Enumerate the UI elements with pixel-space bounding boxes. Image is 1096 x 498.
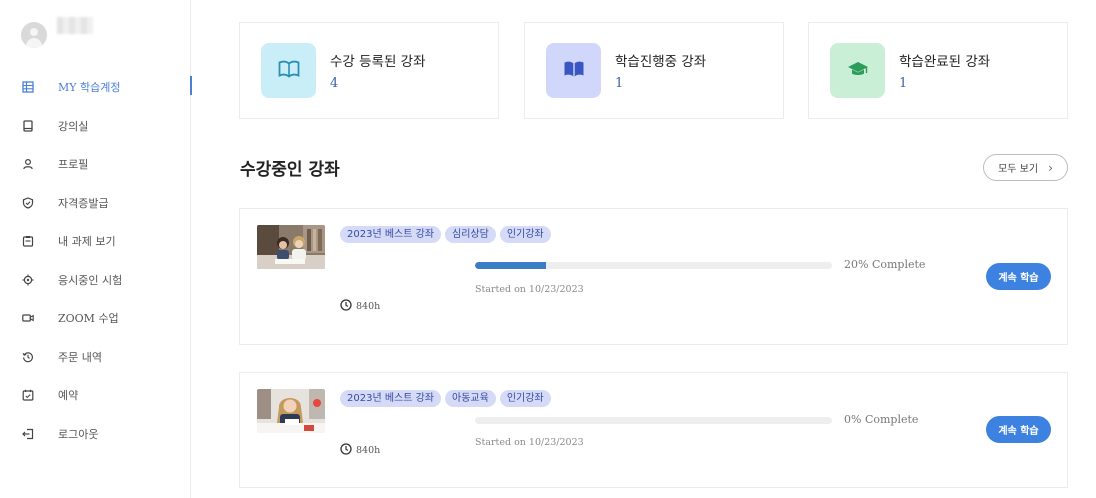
avatar[interactable] — [21, 22, 47, 48]
stat-label: 학습진행중 강좌 — [615, 54, 707, 70]
video-icon — [22, 312, 34, 324]
sidebar-item-classroom[interactable]: 강의실 — [0, 107, 191, 146]
stat-label: 수강 등록된 강좌 — [330, 54, 426, 70]
view-all-label: 모두 보기 — [998, 164, 1039, 175]
continue-learning-button[interactable]: 계속 학습 — [986, 416, 1051, 443]
sidebar-item-certificate[interactable]: 자격증발급 — [0, 184, 191, 223]
course-card[interactable]: 2023년 베스트 강좌 심리상담 인기강좌 20% Complete Star… — [239, 208, 1068, 345]
clipboard-icon — [22, 235, 34, 247]
progress-fill — [475, 262, 547, 269]
course-tag[interactable]: 인기강좌 — [499, 390, 551, 407]
sidebar-item-label: 응시중인 시험 — [58, 273, 123, 287]
sidebar-item-logout[interactable]: 로그아웃 — [0, 415, 191, 454]
open-book-icon — [278, 60, 300, 82]
sidebar-item-label: ZOOM 수업 — [58, 312, 119, 326]
progress-text: 20% Complete — [844, 258, 926, 271]
stat-count: 4 — [330, 76, 339, 91]
stat-label: 학습완료된 강좌 — [899, 54, 991, 70]
course-thumbnail[interactable] — [257, 389, 325, 433]
sidebar-item-label: 프로필 — [58, 158, 89, 172]
sidebar-item-label: 강의실 — [58, 119, 89, 133]
stat-badge — [830, 43, 885, 98]
reading-book-icon — [563, 60, 585, 82]
sidebar-item-label: MY 학습계정 — [58, 81, 121, 95]
started-date: Started on 10/23/2023 — [475, 437, 584, 448]
sidebar: MY 학습계정 강의실 프로필 자격증발급 내 과제 보기 응시중인 시험 ZO… — [0, 0, 192, 498]
history-icon — [22, 351, 34, 363]
course-card[interactable]: 2023년 베스트 강좌 아동교육 인기강좌 0% Complete Start… — [239, 372, 1068, 488]
sidebar-item-assignments[interactable]: 내 과제 보기 — [0, 222, 191, 261]
course-hours: 840h — [340, 299, 380, 314]
sidebar-item-label: 자격증발급 — [58, 196, 109, 210]
logout-icon — [22, 428, 34, 440]
username-blurred — [57, 17, 93, 34]
person-icon — [22, 158, 34, 170]
sidebar-item-my-account[interactable]: MY 학습계정 — [0, 68, 192, 107]
continue-learning-button[interactable]: 계속 학습 — [986, 263, 1051, 290]
course-tag[interactable]: 2023년 베스트 강좌 — [340, 226, 442, 243]
sidebar-item-label: 내 과제 보기 — [58, 235, 116, 249]
sidebar-nav: MY 학습계정 강의실 프로필 자격증발급 내 과제 보기 응시중인 시험 ZO… — [0, 68, 192, 454]
stat-count: 1 — [899, 76, 908, 91]
course-tag[interactable]: 아동교육 — [445, 390, 496, 407]
sidebar-item-profile[interactable]: 프로필 — [0, 145, 191, 184]
section-title: 수강중인 강좌 — [240, 160, 340, 180]
stat-badge — [546, 43, 601, 98]
course-tags: 2023년 베스트 강좌 아동교육 인기강좌 — [340, 390, 551, 407]
stat-card-enrolled: 수강 등록된 강좌 4 — [239, 22, 499, 119]
started-date: Started on 10/23/2023 — [475, 284, 584, 295]
course-tag[interactable]: 심리상담 — [445, 226, 496, 243]
sidebar-item-label: 예약 — [58, 389, 79, 403]
sidebar-item-orders[interactable]: 주문 내역 — [0, 338, 191, 377]
stat-count: 1 — [615, 76, 624, 91]
progress-text: 0% Complete — [844, 413, 919, 426]
course-tag[interactable]: 인기강좌 — [499, 226, 551, 243]
sidebar-item-reservation[interactable]: 예약 — [0, 376, 191, 415]
progress-bar — [475, 262, 832, 269]
course-tags: 2023년 베스트 강좌 심리상담 인기강좌 — [340, 226, 551, 243]
progress-bar — [475, 417, 832, 424]
sidebar-item-label: 로그아웃 — [58, 427, 99, 441]
grid-icon — [22, 81, 34, 93]
clock-icon — [340, 443, 352, 458]
course-thumbnail[interactable] — [257, 225, 325, 269]
target-icon — [22, 274, 34, 286]
course-tag[interactable]: 2023년 베스트 강좌 — [340, 390, 442, 407]
calendar-check-icon — [22, 389, 34, 401]
hours-value: 840h — [356, 445, 381, 456]
chevron-right-icon: › — [1048, 160, 1053, 175]
stat-card-in-progress: 학습진행중 강좌 1 — [524, 22, 784, 119]
shield-check-icon — [22, 197, 34, 209]
book-icon — [22, 120, 34, 132]
hours-value: 840h — [356, 301, 381, 312]
clock-icon — [340, 299, 352, 314]
stat-card-completed: 학습완료된 강좌 1 — [808, 22, 1068, 119]
stat-badge — [261, 43, 316, 98]
sidebar-item-zoom[interactable]: ZOOM 수업 — [0, 299, 191, 338]
sidebar-item-exams[interactable]: 응시중인 시험 — [0, 261, 191, 300]
sidebar-item-label: 주문 내역 — [58, 350, 102, 364]
graduation-cap-icon — [847, 60, 869, 82]
view-all-button[interactable]: 모두 보기 › — [983, 154, 1068, 181]
user-profile[interactable] — [21, 22, 47, 48]
course-hours: 840h — [340, 443, 380, 458]
